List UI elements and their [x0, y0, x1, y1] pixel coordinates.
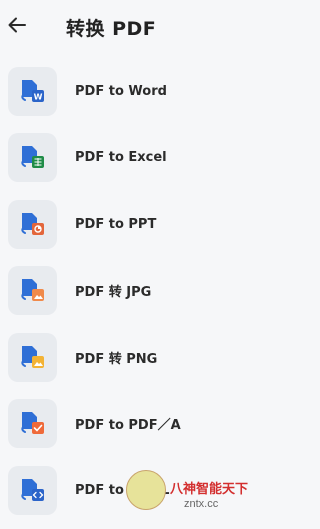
watermark-logo-icon — [126, 470, 166, 510]
list-item-pdf-to-png[interactable]: PDF 转 PNG — [0, 324, 268, 391]
list-item-label: PDF 转 PNG — [75, 351, 158, 367]
page-title: 转换 PDF — [66, 18, 157, 40]
tile — [8, 332, 57, 382]
list-item-pdf-to-jpg[interactable]: PDF 转 JPG — [0, 258, 268, 325]
list-item-label: PDF to Excel — [75, 150, 167, 166]
conversion-list: W PDF to Word PDF to Excel PDF to PPT PD… — [0, 58, 268, 524]
svg-text:W: W — [34, 92, 43, 101]
list-item-pdf-to-pdfa[interactable]: PDF to PDF／A — [0, 391, 268, 458]
watermark: 八神智能天下 zntx.cc — [126, 470, 268, 518]
tile — [8, 399, 57, 449]
tile — [8, 465, 57, 515]
png-image-icon — [21, 345, 44, 368]
list-item-pdf-to-ppt[interactable]: PDF to PPT — [0, 191, 268, 258]
tile — [8, 133, 57, 183]
tile: W — [8, 66, 57, 116]
ppt-slide-icon — [21, 212, 44, 235]
html-code-icon — [21, 478, 44, 501]
watermark-text: 八神智能天下 — [170, 481, 249, 496]
pdfa-check-icon — [21, 412, 44, 435]
back-arrow-icon[interactable] — [6, 14, 28, 36]
list-item-label: PDF 转 JPG — [75, 285, 152, 301]
list-item-pdf-to-word[interactable]: W PDF to Word — [0, 58, 268, 125]
list-item-pdf-to-excel[interactable]: PDF to Excel — [0, 125, 268, 192]
list-item-label: PDF to Word — [75, 83, 167, 99]
list-item-label: PDF to PDF／A — [75, 418, 181, 434]
watermark-subtext: zntx.cc — [184, 498, 219, 510]
top-bar: 转换 PDF — [0, 0, 268, 52]
tile — [8, 199, 57, 249]
tile — [8, 266, 57, 316]
word-doc-icon: W — [21, 79, 44, 102]
list-item-label: PDF to PPT — [75, 216, 157, 232]
jpg-image-icon — [21, 279, 44, 302]
excel-sheet-icon — [21, 146, 44, 169]
